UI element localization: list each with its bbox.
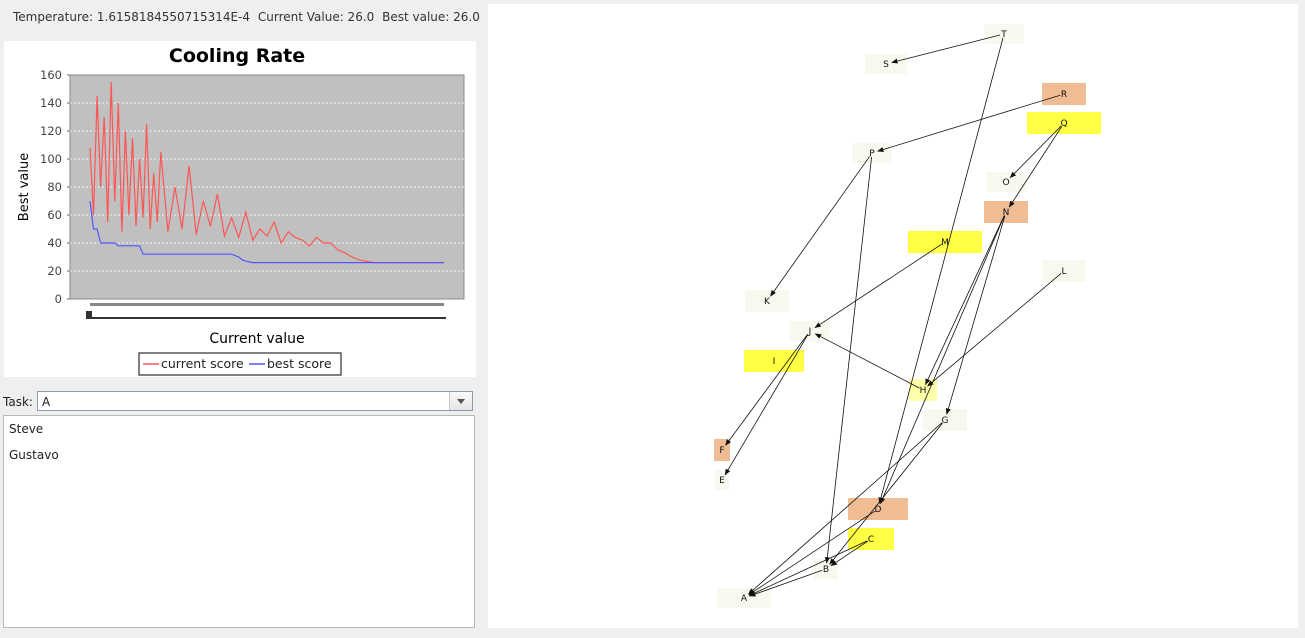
temperature-text: Temperature: 1.6158184550715314E-4 — [13, 10, 251, 24]
legend-current-label: current score — [161, 356, 244, 371]
task-dependency-graph: TSRQPONMLKJIHGFEDCBA — [714, 24, 1101, 608]
y-tick-label: 100 — [40, 152, 62, 166]
graph-edge — [891, 34, 1001, 64]
graph-node-label: I — [773, 357, 776, 367]
graph-node-label: L — [1061, 267, 1066, 277]
y-tick-label: 140 — [40, 96, 62, 110]
graph-node-label: A — [741, 594, 748, 604]
chart-title: Cooling Rate — [169, 45, 305, 67]
graph-edge — [927, 273, 1062, 387]
list-item[interactable]: Steve — [4, 416, 474, 442]
y-tick-label: 0 — [55, 292, 62, 306]
graph-node-label: Q — [1060, 119, 1067, 129]
legend-best-label: best score — [267, 356, 332, 371]
graph-edge — [770, 156, 871, 297]
chevron-down-icon[interactable] — [449, 392, 472, 410]
current-value-text: Current Value: 26.0 — [257, 10, 375, 24]
y-tick-label: 120 — [40, 124, 62, 138]
task-row: Task: A — [3, 391, 476, 413]
y-tick-label: 80 — [47, 180, 62, 194]
graph-node-label: P — [869, 149, 875, 159]
employee-list[interactable]: Steve Gustavo — [3, 415, 475, 628]
best-value-text: Best value: 26.0 — [382, 10, 480, 24]
y-tick-label: 20 — [47, 264, 62, 278]
x-tick-marker — [86, 311, 92, 317]
graph-edge — [748, 540, 868, 596]
status-bar: Temperature: 1.6158184550715314E-4 Curre… — [13, 10, 484, 24]
graph-edge — [748, 422, 943, 595]
task-label: Task: — [3, 395, 33, 409]
graph-edge — [814, 243, 942, 329]
graph-node-label: C — [868, 535, 874, 545]
graph-edge — [1008, 126, 1063, 208]
y-axis-label: Best value — [17, 153, 32, 221]
graph-node-label: R — [1061, 90, 1067, 100]
cooling-rate-chart-panel: Cooling Rate 0 20 40 60 80 100 120 140 160 Best va… — [4, 41, 476, 377]
x-tick-strip — [90, 303, 444, 306]
graph-node-label: M — [941, 238, 949, 248]
graph-node-label: S — [883, 60, 889, 70]
graph-node-label: O — [1002, 178, 1009, 188]
y-tick-label: 160 — [40, 68, 62, 82]
y-tick-label: 60 — [47, 208, 62, 222]
graph-node-label: J — [808, 327, 812, 337]
graph-node-label: H — [920, 386, 927, 396]
graph-node-label: D — [875, 505, 882, 515]
graph-node-label: F — [719, 446, 724, 456]
graph-edge — [814, 333, 920, 389]
task-select[interactable]: A — [37, 391, 473, 411]
task-select-value: A — [42, 395, 51, 409]
graph-node-label: E — [719, 476, 725, 486]
task-graph-panel: TSRQPONMLKJIHGFEDCBA — [488, 4, 1298, 628]
list-item[interactable]: Gustavo — [4, 442, 474, 468]
graph-node-label: G — [942, 416, 949, 426]
graph-node-label: B — [823, 565, 829, 575]
y-tick-label: 40 — [47, 236, 62, 250]
graph-edge — [878, 37, 1004, 504]
cooling-rate-chart: Cooling Rate 0 20 40 60 80 100 120 140 160 Best va… — [17, 45, 465, 376]
graph-node-label: T — [1000, 30, 1007, 40]
graph-node-label: N — [1003, 208, 1010, 218]
graph-edge — [748, 510, 875, 596]
x-axis-label: Current value — [209, 331, 304, 347]
